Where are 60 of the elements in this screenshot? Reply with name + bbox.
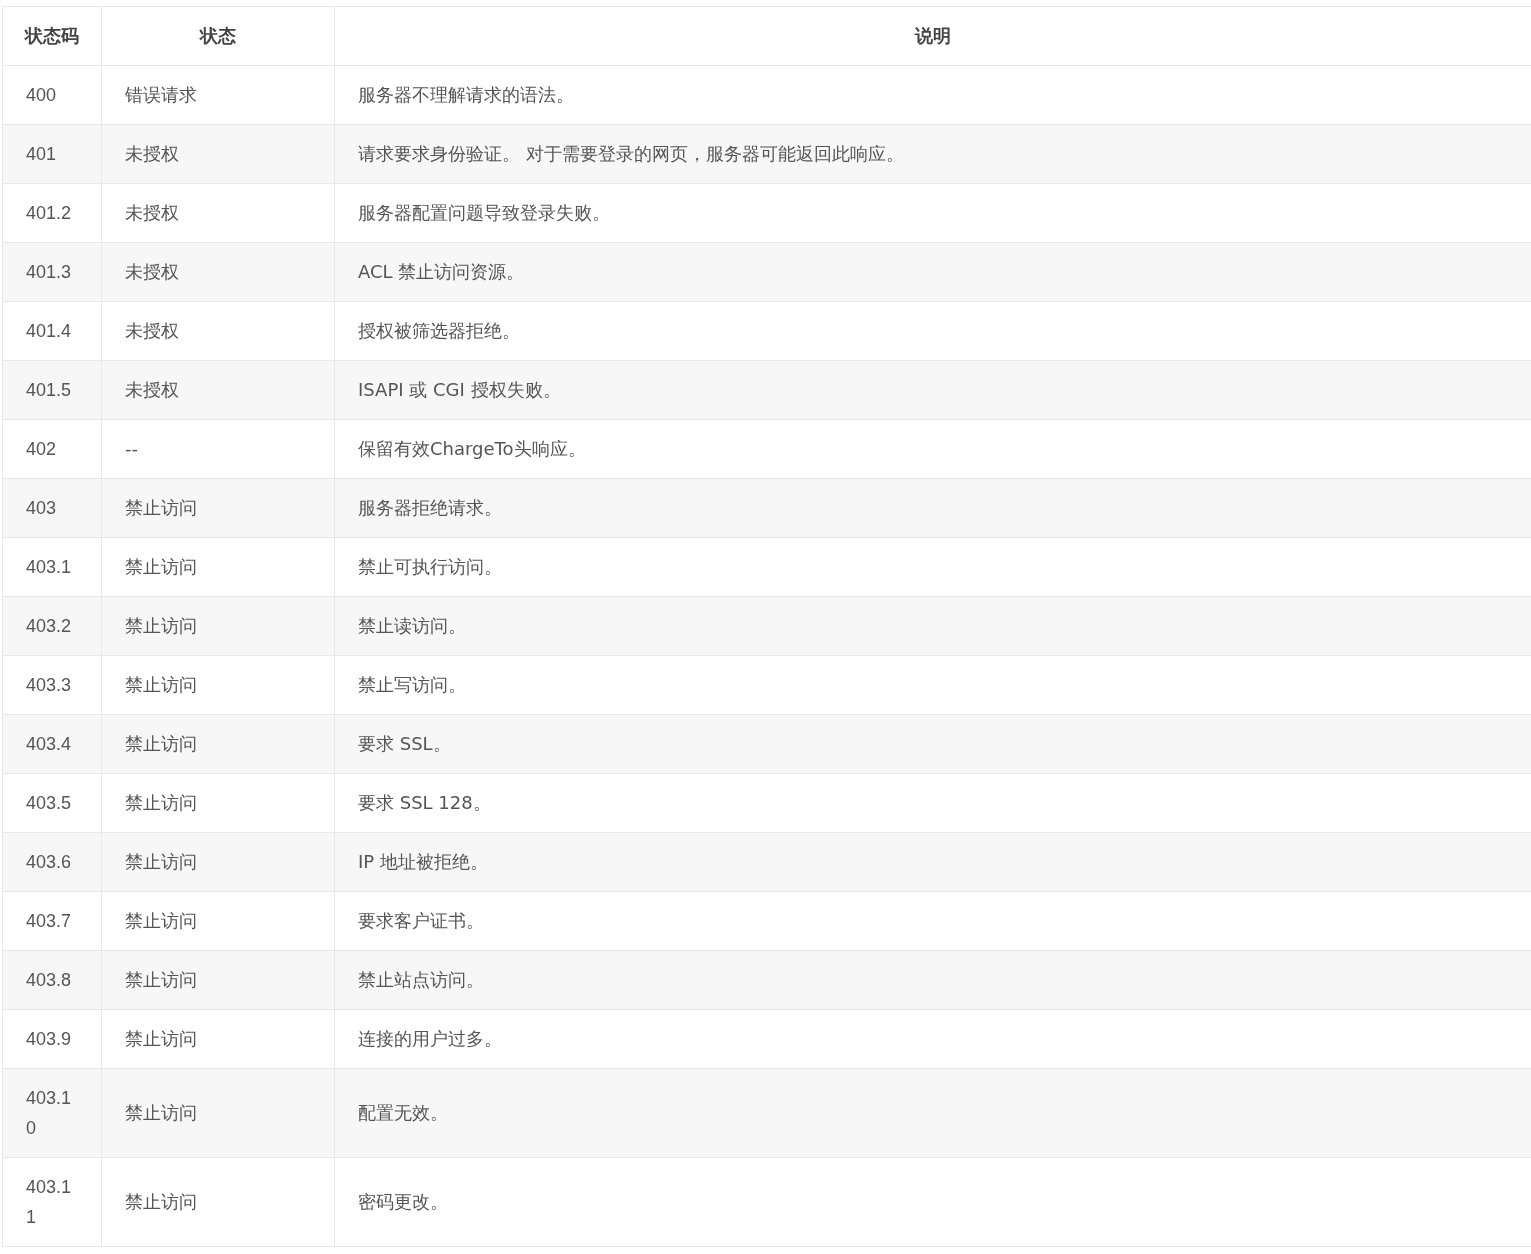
table-cell: 要求客户证书。	[334, 891, 1531, 951]
table-cell: 禁止访问	[101, 1157, 335, 1247]
table-cell: 保留有效ChargeTo头响应。	[334, 419, 1531, 479]
table-cell: 403.10	[2, 1068, 102, 1158]
table-cell: 401.2	[2, 183, 102, 243]
table-cell: 未授权	[101, 183, 335, 243]
table-cell: --	[101, 419, 335, 479]
table-cell: 403.11	[2, 1157, 102, 1247]
table-cell: 403.3	[2, 655, 102, 715]
table-cell: 401.5	[2, 360, 102, 420]
table-cell: IP 地址被拒绝。	[334, 832, 1531, 892]
table-cell: 禁止访问	[101, 537, 335, 597]
table-cell: 禁止访问	[101, 596, 335, 656]
table-cell: 402	[2, 419, 102, 479]
table-cell: 禁止站点访问。	[334, 950, 1531, 1010]
table-cell: 401	[2, 124, 102, 184]
table-cell: 错误请求	[101, 65, 335, 125]
table-cell: 403.6	[2, 832, 102, 892]
table-cell: ACL 禁止访问资源。	[334, 242, 1531, 302]
table-cell: 400	[2, 65, 102, 125]
table-cell: 403.2	[2, 596, 102, 656]
table-cell: 403.1	[2, 537, 102, 597]
table-cell: 403.9	[2, 1009, 102, 1069]
table-cell: 禁止访问	[101, 655, 335, 715]
table-cell: 403.4	[2, 714, 102, 774]
table-cell: 禁止可执行访问。	[334, 537, 1531, 597]
table-cell: 403.8	[2, 950, 102, 1010]
table-cell: 禁止访问	[101, 950, 335, 1010]
table-cell: 授权被筛选器拒绝。	[334, 301, 1531, 361]
table-cell: 未授权	[101, 360, 335, 420]
table-cell: 禁止访问	[101, 714, 335, 774]
table-cell: 服务器配置问题导致登录失败。	[334, 183, 1531, 243]
table-cell: 请求要求身份验证。 对于需要登录的网页，服务器可能返回此响应。	[334, 124, 1531, 184]
table-cell: 禁止访问	[101, 1009, 335, 1069]
table-cell: 未授权	[101, 301, 335, 361]
table-cell: 401.3	[2, 242, 102, 302]
table-cell: 未授权	[101, 242, 335, 302]
table-cell: 403.5	[2, 773, 102, 833]
table-cell: 401.4	[2, 301, 102, 361]
column-header: 状态码	[2, 6, 102, 66]
table-cell: 禁止访问	[101, 1068, 335, 1158]
table-cell: 密码更改。	[334, 1157, 1531, 1247]
table-cell: 配置无效。	[334, 1068, 1531, 1158]
table-cell: 服务器不理解请求的语法。	[334, 65, 1531, 125]
table-cell: 未授权	[101, 124, 335, 184]
table-cell: 要求 SSL 128。	[334, 773, 1531, 833]
table-cell: 禁止访问	[101, 478, 335, 538]
table-cell: ISAPI 或 CGI 授权失败。	[334, 360, 1531, 420]
table-cell: 禁止读访问。	[334, 596, 1531, 656]
column-header: 状态	[101, 6, 335, 66]
table-cell: 禁止访问	[101, 832, 335, 892]
table-cell: 403	[2, 478, 102, 538]
table-cell: 禁止访问	[101, 773, 335, 833]
table-cell: 禁止访问	[101, 891, 335, 951]
table-cell: 禁止写访问。	[334, 655, 1531, 715]
table-cell: 403.7	[2, 891, 102, 951]
table-cell: 连接的用户过多。	[334, 1009, 1531, 1069]
table-cell: 服务器拒绝请求。	[334, 478, 1531, 538]
column-header: 说明	[334, 6, 1531, 66]
table-cell: 要求 SSL。	[334, 714, 1531, 774]
